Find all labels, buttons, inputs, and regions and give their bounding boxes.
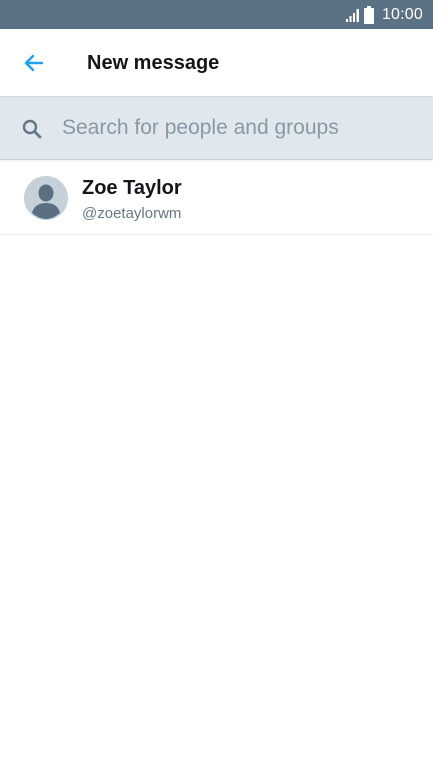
search-bar — [0, 96, 433, 160]
status-time: 10:00 — [381, 5, 423, 23]
default-avatar-icon — [24, 176, 68, 220]
search-input[interactable] — [60, 109, 424, 147]
back-button[interactable] — [18, 49, 50, 77]
avatar — [24, 176, 68, 220]
contact-name: Zoe Taylor — [82, 177, 182, 199]
app-bar: New message — [0, 29, 433, 96]
contact-handle: @zoetaylorwm — [82, 205, 182, 222]
status-bar: 10:00 — [0, 0, 433, 29]
battery-icon — [363, 5, 374, 24]
signal-icon — [345, 8, 359, 22]
page-title: New message — [87, 52, 220, 74]
status-indicators: 10:00 — [345, 0, 423, 29]
search-icon — [22, 119, 42, 139]
result-list: Zoe Taylor @zoetaylorwm — [0, 161, 433, 235]
list-item[interactable]: Zoe Taylor @zoetaylorwm — [0, 161, 433, 235]
arrow-left-icon — [24, 54, 44, 72]
